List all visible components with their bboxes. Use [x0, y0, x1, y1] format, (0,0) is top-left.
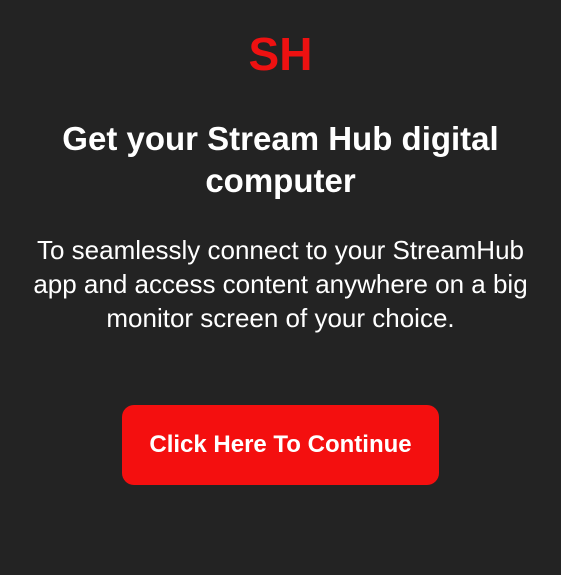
brand-logo: SH	[248, 28, 313, 80]
page-title: Get your Stream Hub digital computer	[62, 120, 499, 199]
description-text: To seamlessly connect to your StreamHub …	[33, 235, 528, 333]
continue-button[interactable]: Click Here To Continue	[122, 405, 439, 485]
promo-screen: SH Get your Stream Hub digital computer …	[0, 0, 561, 575]
